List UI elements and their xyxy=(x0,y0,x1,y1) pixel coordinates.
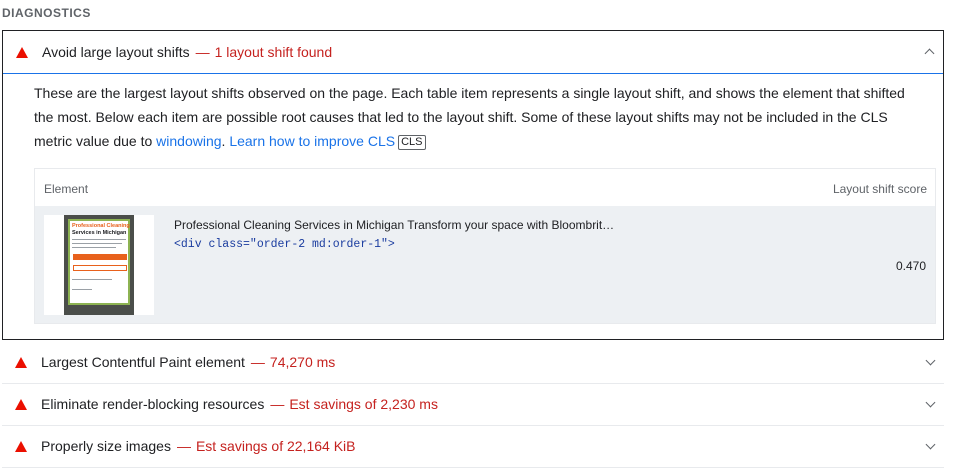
audit-separator: — xyxy=(270,396,285,412)
audit-layout-shifts: Avoid large layout shifts — 1 layout shi… xyxy=(2,30,944,340)
screenshot-line xyxy=(72,247,116,248)
audit-size-images[interactable]: Properly size images — Est savings of 22… xyxy=(2,425,944,468)
learn-cls-link[interactable]: Learn how to improve CLS xyxy=(229,133,395,149)
screenshot-line xyxy=(72,243,122,244)
audit-title: Properly size images xyxy=(41,438,171,454)
triangle-fail-icon xyxy=(15,356,27,368)
table-row[interactable]: Professional Cleaning Services in Michig… xyxy=(35,206,935,323)
audit-description: These are the largest layout shifts obse… xyxy=(34,81,924,153)
audit-separator: — xyxy=(250,354,265,370)
audit-title: Avoid large layout shifts xyxy=(42,44,190,60)
screenshot-line xyxy=(72,289,92,290)
chevron-down-icon[interactable] xyxy=(925,355,936,366)
layout-shift-score: 0.470 xyxy=(895,259,926,273)
audit-lcp-element[interactable]: Largest Contentful Paint element — 74,27… xyxy=(2,341,944,384)
audit-title: Eliminate render-blocking resources xyxy=(41,396,265,412)
screenshot-line xyxy=(72,279,112,280)
screenshot-button-primary xyxy=(73,254,127,260)
column-header-score: Layout shift score xyxy=(832,182,927,196)
screenshot-subheading: Services in Michigan xyxy=(72,230,127,236)
chevron-down-icon[interactable] xyxy=(925,397,936,408)
screenshot-heading: Professional Cleaning xyxy=(72,223,130,229)
triangle-fail-icon xyxy=(16,46,28,58)
windowing-link[interactable]: windowing xyxy=(156,133,221,149)
section-title: DIAGNOSTICS xyxy=(2,6,91,20)
triangle-fail-icon xyxy=(15,398,27,410)
audit-render-blocking[interactable]: Eliminate render-blocking resources — Es… xyxy=(2,383,944,426)
screenshot-frame: Professional Cleaning Services in Michig… xyxy=(64,215,134,315)
audit-display-value: 74,270 ms xyxy=(269,354,336,370)
triangle-fail-icon xyxy=(15,440,27,452)
screenshot-line xyxy=(72,239,126,240)
audit-title: Largest Contentful Paint element xyxy=(41,354,245,370)
column-header-element: Element xyxy=(44,182,89,196)
audit-separator: — xyxy=(195,44,210,60)
chevron-up-icon[interactable] xyxy=(924,48,935,59)
screenshot-button-secondary xyxy=(73,265,127,271)
cls-badge: CLS xyxy=(398,135,426,150)
element-screenshot[interactable]: Professional Cleaning Services in Michig… xyxy=(44,215,154,315)
screenshot-card: Professional Cleaning Services in Michig… xyxy=(68,219,130,305)
audit-display-value: Est savings of 2,230 ms xyxy=(289,396,438,412)
table-header: Element Layout shift score xyxy=(35,169,935,207)
audit-display-value: Est savings of 22,164 KiB xyxy=(195,438,356,454)
node-label: Professional Cleaning Services in Michig… xyxy=(174,218,615,232)
chevron-down-icon[interactable] xyxy=(925,439,936,450)
audit-header-layout-shifts[interactable]: Avoid large layout shifts — 1 layout shi… xyxy=(3,31,943,74)
audit-separator: — xyxy=(176,438,191,454)
layout-shift-table: Element Layout shift score Professional … xyxy=(34,168,936,324)
audit-display-value: 1 layout shift found xyxy=(214,44,333,60)
node-snippet[interactable]: <div class="order-2 md:order-1"> xyxy=(174,238,395,251)
